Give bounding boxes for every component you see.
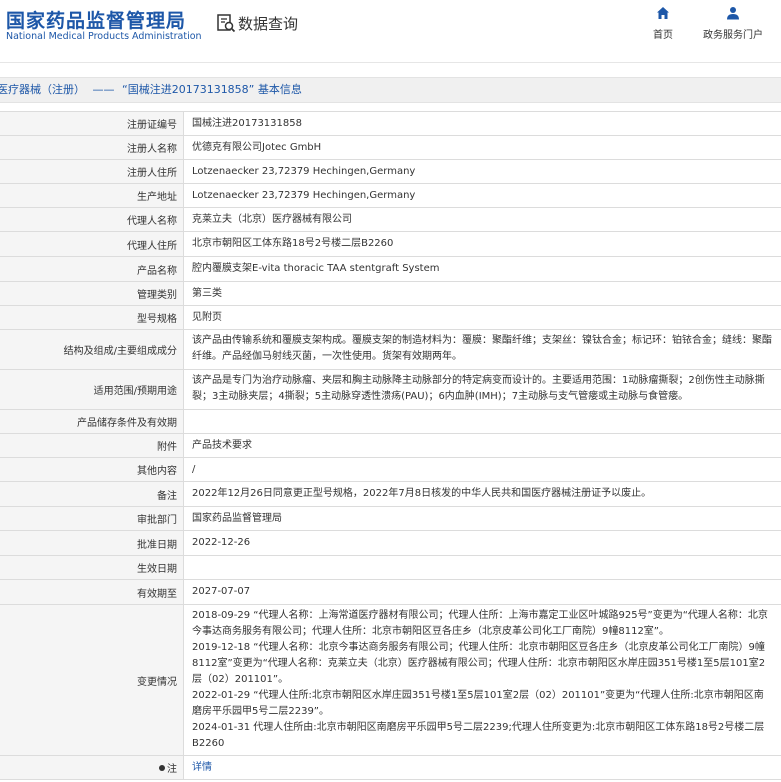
row-remark: 备注 2022年12月26日同意更正型号规格，2022年7月8日核发的中华人民共… [0,482,781,507]
value-product-name: 腔内覆膜支架E-vita thoracic TAA stentgraft Sys… [192,263,440,274]
label-structure: 结构及组成/主要组成成分 [0,330,184,369]
label-mgmt-class: 管理类别 [0,282,184,305]
site-title[interactable]: 国家药品监督管理局 [6,6,186,33]
row-registrant: 注册人名称 优德克有限公司Jotec GmbH [0,136,781,160]
row-approval-dept: 审批部门 国家药品监督管理局 [0,507,781,531]
change-entry: 2022-01-29 “代理人住所:北京市朝阳区水岸庄园351号楼1至5层101… [192,690,764,717]
row-production-address: 生产地址 Lotzenaecker 23,72379 Hechingen,Ger… [0,184,781,208]
nav-gov-portal[interactable]: 政务服务门户 [700,6,766,41]
header-divider [0,62,781,63]
label-note: 注 [0,756,184,779]
label-valid-until: 有效期至 [0,580,184,604]
label-attachment: 附件 [0,434,184,457]
change-entry: 2019-12-18 “代理人名称：北京今事达商务服务有限公司；代理人住所：北京… [192,642,766,685]
value-structure: 该产品由传输系统和覆膜支架构成。覆膜支架的制造材料为：覆膜：聚酯纤维；支架丝：镍… [192,335,772,362]
breadcrumb-page: “国械注进20173131858” 基本信息 [122,83,302,96]
value-storage [184,410,781,433]
row-storage: 产品储存条件及有效期 [0,410,781,434]
data-query-heading[interactable]: 数据查询 [216,12,298,34]
value-registrant-address: Lotzenaecker 23,72379 Hechingen,Germany [192,165,416,177]
value-attachment: 产品技术要求 [192,439,252,451]
detail-table: 注册证编号 国械注进20173131858 注册人名称 优德克有限公司Jotec… [0,111,781,780]
row-model: 型号规格 见附页 [0,306,781,330]
value-production-address: Lotzenaecker 23,72379 Hechingen,Germany [192,189,416,201]
change-entry: 2024-01-31 代理人住所由:北京市朝阳区南磨房平乐园甲5号二层2239;… [192,722,765,749]
label-approval-dept: 审批部门 [0,507,184,530]
bullet-icon [159,764,165,771]
row-scope: 适用范围/预期用途 该产品是专门为治疗动脉瘤、夹层和胸主动脉降主动脉部分的特定病… [0,370,781,410]
value-scope: 该产品是专门为治疗动脉瘤、夹层和胸主动脉降主动脉部分的特定病变而设计的。主要适用… [192,375,765,402]
label-production-address: 生产地址 [0,184,184,207]
label-remark: 备注 [0,482,184,506]
row-agent: 代理人名称 克莱立夫（北京）医疗器械有限公司 [0,208,781,232]
row-reg-no: 注册证编号 国械注进20173131858 [0,112,781,136]
value-other: / [192,463,196,475]
row-mgmt-class: 管理类别 第三类 [0,282,781,306]
site-header: 国家药品监督管理局 National Medical Products Admi… [0,0,781,64]
value-reg-no: 国械注进20173131858 [192,117,302,129]
row-changes: 变更情况 2018-09-29 “代理人名称：上海常道医疗器材有限公司；代理人住… [0,605,781,756]
label-scope: 适用范围/预期用途 [0,370,184,409]
nav-gov-portal-label: 政务服务门户 [703,30,763,41]
change-entry: 2018-09-29 “代理人名称：上海常道医疗器材有限公司；代理人住所：上海市… [192,610,768,637]
label-note-text: 注 [167,764,177,775]
value-changes: 2018-09-29 “代理人名称：上海常道医疗器材有限公司；代理人住所：上海市… [184,605,781,755]
row-structure: 结构及组成/主要组成成分 该产品由传输系统和覆膜支架构成。覆膜支架的制造材料为：… [0,330,781,370]
row-other: 其他内容 / [0,458,781,482]
details-link[interactable]: 详情 [192,760,212,776]
row-product-name: 产品名称 腔内覆膜支架E-vita thoracic TAA stentgraf… [0,257,781,282]
value-approval-date: 2022-12-26 [192,537,251,548]
label-registrant: 注册人名称 [0,136,184,159]
row-attachment: 附件 产品技术要求 [0,434,781,458]
label-agent-address: 代理人住所 [0,232,184,256]
row-effective-date: 生效日期 [0,556,781,580]
nav-home-label: 首页 [653,30,673,41]
value-effective-date [184,556,781,579]
label-agent: 代理人名称 [0,208,184,231]
value-mgmt-class: 第三类 [192,287,222,299]
row-note: 注 详情 [0,756,781,780]
value-model: 见附页 [192,311,222,323]
row-registrant-address: 注册人住所 Lotzenaecker 23,72379 Hechingen,Ge… [0,160,781,184]
row-approval-date: 批准日期 2022-12-26 [0,531,781,556]
value-registrant: 优德克有限公司Jotec GmbH [192,141,322,153]
value-approval-dept: 国家药品监督管理局 [192,512,282,524]
label-changes: 变更情况 [0,605,184,755]
value-note: 详情 [184,756,781,779]
label-registrant-address: 注册人住所 [0,160,184,183]
label-effective-date: 生效日期 [0,556,184,579]
value-valid-until: 2027-07-07 [192,586,251,597]
label-product-name: 产品名称 [0,257,184,281]
label-reg-no: 注册证编号 [0,112,184,135]
row-agent-address: 代理人住所 北京市朝阳区工体东路18号2号楼二层B2260 [0,232,781,257]
row-valid-until: 有效期至 2027-07-07 [0,580,781,605]
label-approval-date: 批准日期 [0,531,184,555]
site-subtitle: National Medical Products Administration [6,31,202,42]
value-remark: 2022年12月26日同意更正型号规格，2022年7月8日核发的中华人民共和国医… [192,488,652,499]
breadcrumb-separator: —— [92,83,115,96]
value-agent: 克莱立夫（北京）医疗器械有限公司 [192,213,352,225]
data-query-label: 数据查询 [238,14,299,33]
data-query-icon [217,14,236,33]
breadcrumb: 医疗器械（注册） —— “国械注进20173131858” 基本信息 [0,77,781,103]
label-storage: 产品储存条件及有效期 [0,410,184,433]
breadcrumb-category[interactable]: 医疗器械（注册） [0,78,85,102]
home-icon [657,7,669,19]
user-icon [727,7,739,20]
label-other: 其他内容 [0,458,184,481]
value-agent-address: 北京市朝阳区工体东路18号2号楼二层B2260 [192,238,394,249]
label-model: 型号规格 [0,306,184,329]
nav-home[interactable]: 首页 [648,6,678,41]
